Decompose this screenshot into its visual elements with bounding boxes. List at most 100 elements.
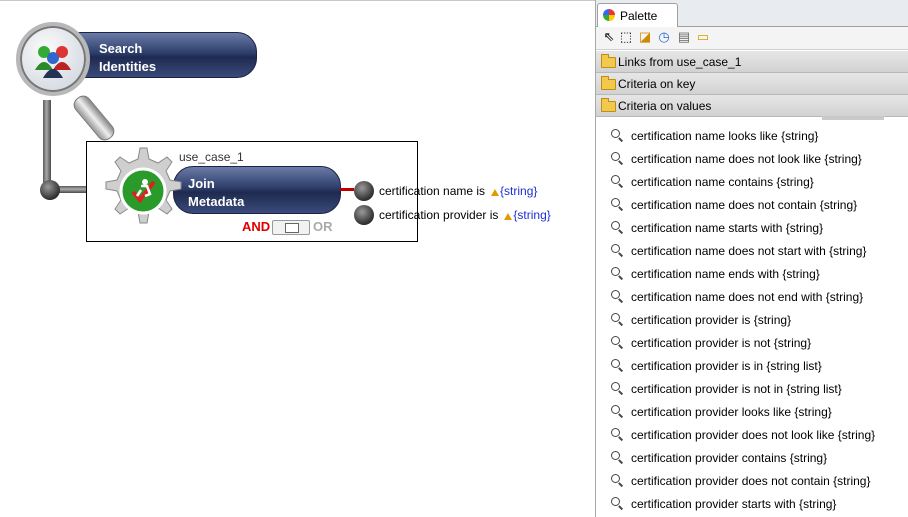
criteria-row-1[interactable]: certification name is {string}: [379, 184, 537, 198]
palette-item-label: certification name does not end with {st…: [631, 290, 864, 304]
canvas-top-border: [0, 0, 595, 1]
scroll-indicator[interactable]: [822, 116, 884, 120]
palette-tab-label: Palette: [620, 9, 658, 23]
palette-item-list[interactable]: certification name looks like {string} ce…: [596, 116, 908, 517]
folder-icon: [601, 98, 616, 112]
calculator-tool-icon[interactable]: ▤: [676, 29, 692, 45]
drawer-label: Links from use_case_1: [618, 55, 742, 69]
criteria-text: certification provider is: [379, 208, 499, 222]
palette-item[interactable]: certification provider does not look lik…: [611, 425, 875, 445]
drawer-label: Criteria on values: [618, 99, 712, 113]
note-tool-icon[interactable]: ▭: [695, 29, 711, 45]
palette-item[interactable]: certification name starts with {string}: [611, 218, 823, 238]
palette-item-label: certification provider does not look lik…: [631, 428, 876, 442]
criteria-port-2[interactable]: [354, 205, 374, 225]
palette-item[interactable]: certification provider is {string}: [611, 310, 791, 330]
palette-item-label: certification provider is {string}: [631, 313, 792, 327]
palette-item-label: certification name looks like {string}: [631, 129, 819, 143]
palette-item[interactable]: certification provider does not contain …: [611, 471, 870, 491]
and-or-toggle[interactable]: [272, 220, 310, 235]
magnifier-icon[interactable]: [16, 22, 90, 96]
palette-item[interactable]: certification name ends with {string}: [611, 264, 820, 284]
palette-item[interactable]: certification provider is in {string lis…: [611, 356, 822, 376]
search-icon: [611, 474, 624, 488]
palette-item-label: certification provider does not contain …: [631, 474, 871, 488]
search-node-label-1: Search: [99, 41, 143, 56]
search-icon: [611, 359, 624, 373]
search-icon: [611, 129, 624, 143]
warning-icon: [491, 189, 500, 196]
drawer-links[interactable]: Links from use_case_1: [596, 51, 908, 73]
marquee-tool-icon[interactable]: ⬚: [618, 29, 634, 45]
magnifier-handle-icon: [70, 92, 118, 144]
and-label[interactable]: AND: [242, 219, 270, 234]
palette-item-label: certification name does not contain {str…: [631, 198, 858, 212]
search-icon: [611, 267, 624, 281]
palette-item-label: certification name ends with {string}: [631, 267, 820, 281]
search-icon: [611, 313, 624, 327]
or-label[interactable]: OR: [313, 219, 333, 234]
people-icon: [35, 46, 71, 78]
join-metadata-node[interactable]: Join Metadata: [173, 166, 341, 214]
warning-icon: [504, 213, 513, 220]
palette-item-label: certification name contains {string}: [631, 175, 814, 189]
select-tool-icon[interactable]: ⇖: [601, 29, 617, 45]
search-icon: [611, 221, 624, 235]
palette-item[interactable]: certification provider starts with {stri…: [611, 494, 836, 514]
search-icon: [611, 382, 624, 396]
palette-item[interactable]: certification provider is not in {string…: [611, 379, 842, 399]
connector-vertical: [43, 100, 51, 190]
palette-item-label: certification name starts with {string}: [631, 221, 824, 235]
search-icon: [611, 451, 624, 465]
palette-item[interactable]: certification name looks like {string}: [611, 126, 818, 146]
search-icon: [611, 175, 624, 189]
clock-tool-icon[interactable]: ◷: [656, 29, 672, 45]
palette-item-label: certification provider is not in {string…: [631, 382, 842, 396]
palette-item[interactable]: certification provider is not {string}: [611, 333, 811, 353]
join-node-label-1: Join: [188, 176, 215, 191]
palette-item-label: certification provider contains {string}: [631, 451, 828, 465]
palette-item-label: certification name does not start with {…: [631, 244, 867, 258]
palette-tab-bar: Palette: [596, 0, 908, 27]
drawer-label: Criteria on key: [618, 77, 696, 91]
palette-item-label: certification name does not look like {s…: [631, 152, 862, 166]
folder-icon: [601, 54, 616, 68]
link-tool-icon[interactable]: ◪: [637, 29, 653, 45]
palette-item[interactable]: certification provider contains {string}: [611, 448, 827, 468]
gear-icon: [105, 147, 182, 224]
criteria-value[interactable]: {string}: [500, 184, 537, 198]
palette-toolbar: ⇖ ⬚ ◪ ◷ ▤ ▭: [596, 27, 908, 50]
join-node-title: use_case_1: [179, 150, 244, 164]
drawer-criteria-values[interactable]: Criteria on values: [596, 95, 908, 117]
search-icon: [611, 244, 624, 258]
search-icon: [611, 336, 624, 350]
criteria-value[interactable]: {string}: [513, 208, 550, 222]
folder-icon: [601, 76, 616, 90]
drawer-criteria-key[interactable]: Criteria on key: [596, 73, 908, 95]
criteria-link: [340, 188, 354, 191]
search-node-label-2: Identities: [99, 59, 157, 74]
search-icon: [611, 428, 624, 442]
palette-panel: Palette ⇖ ⬚ ◪ ◷ ▤ ▭ Links from use_case_…: [595, 0, 908, 517]
palette-tab[interactable]: Palette: [597, 3, 678, 27]
palette-item[interactable]: certification name does not contain {str…: [611, 195, 857, 215]
palette-item-label: certification provider looks like {strin…: [631, 405, 832, 419]
palette-item[interactable]: certification name does not end with {st…: [611, 287, 863, 307]
palette-item-label: certification provider is not {string}: [631, 336, 812, 350]
palette-item-label: certification provider is in {string lis…: [631, 359, 822, 373]
palette-item[interactable]: certification name contains {string}: [611, 172, 814, 192]
criteria-port-1[interactable]: [354, 181, 374, 201]
palette-item[interactable]: certification name does not look like {s…: [611, 149, 862, 169]
search-icon: [611, 405, 624, 419]
palette-icon: [603, 9, 615, 21]
search-icon: [611, 497, 624, 511]
criteria-row-2[interactable]: certification provider is {string}: [379, 208, 551, 222]
toggle-knob[interactable]: [285, 223, 299, 233]
palette-item[interactable]: certification name does not start with {…: [611, 241, 866, 261]
criteria-text: certification name is: [379, 184, 486, 198]
connector-joint[interactable]: [40, 180, 60, 200]
palette-item[interactable]: certification provider looks like {strin…: [611, 402, 832, 422]
diagram-canvas[interactable]: Search Identities use_case_1 Join Metada…: [0, 0, 595, 517]
search-icon: [611, 290, 624, 304]
search-icon: [611, 152, 624, 166]
